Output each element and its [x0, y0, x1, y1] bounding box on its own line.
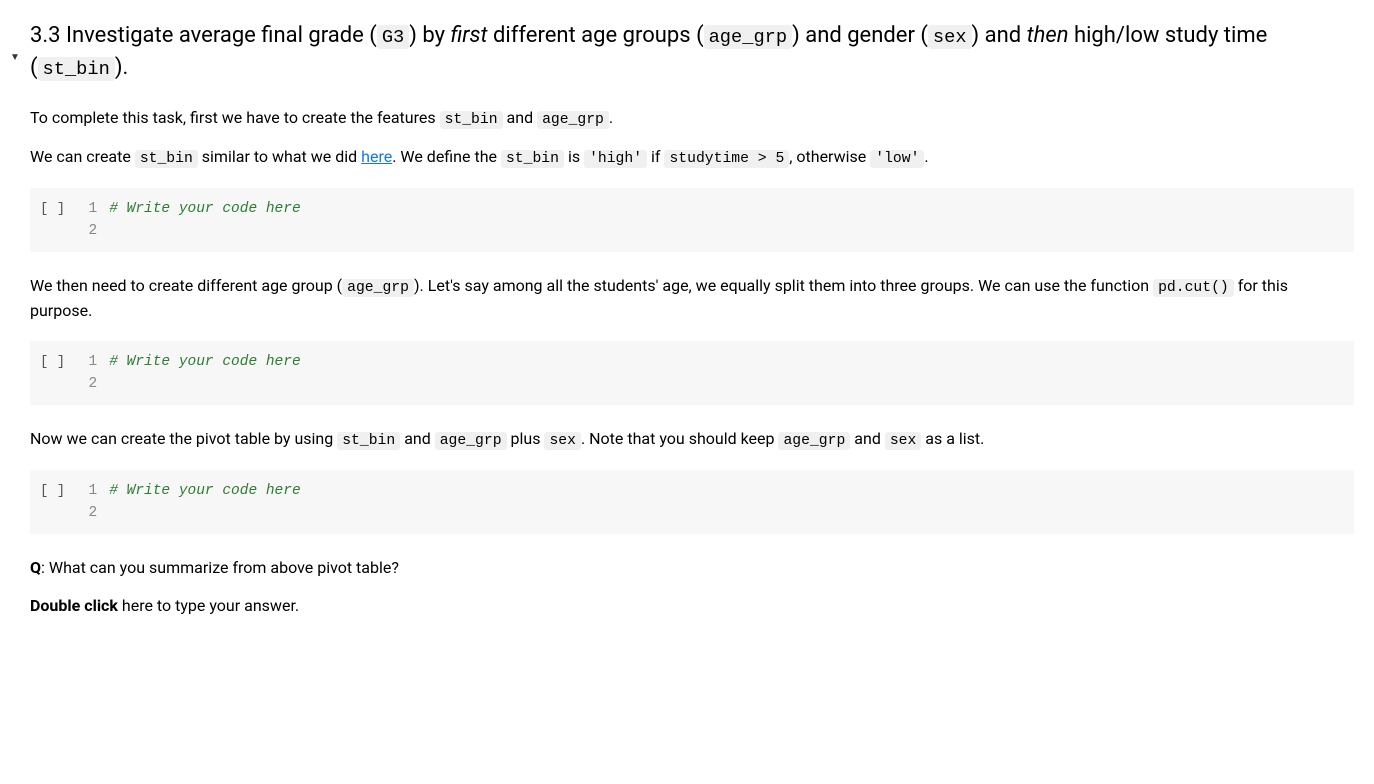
line-number: 1: [79, 351, 97, 373]
collapse-section-icon[interactable]: ▼: [10, 52, 20, 63]
code-comment: # Write your code here: [109, 198, 300, 220]
code-age-grp: age_grp: [342, 279, 414, 297]
text: and: [850, 429, 885, 448]
code-g3: G3: [377, 25, 409, 49]
question-prompt: Q: What can you summarize from above piv…: [30, 556, 1354, 580]
line-number: 2: [79, 220, 97, 242]
code-sex: sex: [928, 25, 972, 49]
code-age-grp: age_grp: [778, 432, 850, 450]
code-editor[interactable]: 1 # Write your code here 2: [79, 351, 300, 395]
heading-em-first: first: [450, 23, 487, 48]
code-st-bin: st_bin: [440, 111, 503, 129]
text: and: [400, 429, 435, 448]
code-st-bin: st_bin: [501, 150, 564, 168]
heading-text: 3.3 Investigate average final grade (: [30, 23, 377, 48]
text: We can create: [30, 147, 135, 166]
line-number: 2: [79, 373, 97, 395]
line-number: 1: [79, 480, 97, 502]
section-heading: 3.3 Investigate average final grade (G3)…: [30, 20, 1354, 84]
code-cell-3[interactable]: [ ] 1 # Write your code here 2: [30, 470, 1354, 534]
code-line: 2: [79, 373, 300, 395]
text: ). Let's say among all the students' age…: [414, 276, 1153, 295]
code-age-grp: age_grp: [435, 432, 507, 450]
heading-text: ) and gender (: [792, 23, 928, 48]
code-cell-2[interactable]: [ ] 1 # Write your code here 2: [30, 341, 1354, 405]
text: here to type your answer.: [118, 596, 299, 615]
paragraph-1: To complete this task, first we have to …: [30, 106, 1354, 131]
paragraph-4: Now we can create the pivot table by usi…: [30, 427, 1354, 452]
code-sex: sex: [544, 432, 581, 450]
code-line: 1 # Write your code here: [79, 198, 300, 220]
code-age-grp: age_grp: [537, 111, 609, 129]
text: .: [609, 108, 613, 127]
heading-text: ) and: [972, 23, 1027, 48]
text: as a list.: [921, 429, 984, 448]
code-pd-cut: pd.cut(): [1153, 279, 1234, 297]
code-line: 1 # Write your code here: [79, 480, 300, 502]
code-comment: # Write your code here: [109, 351, 300, 373]
paragraph-3: We then need to create different age gro…: [30, 274, 1354, 323]
q-label: Q: [30, 558, 41, 577]
code-comment: # Write your code here: [109, 480, 300, 502]
code-editor[interactable]: 1 # Write your code here 2: [79, 198, 300, 242]
answer-instruction[interactable]: Double click here to type your answer.: [30, 594, 1354, 618]
code-st-bin: st_bin: [38, 57, 115, 81]
exec-prompt[interactable]: [ ]: [30, 198, 79, 220]
heading-text: different age groups (: [488, 23, 704, 48]
text: if: [647, 147, 664, 166]
paragraph-2: We can create st_bin similar to what we …: [30, 145, 1354, 170]
code-st-bin: st_bin: [337, 432, 400, 450]
text: : What can you summarize from above pivo…: [41, 558, 399, 577]
text: .: [924, 147, 928, 166]
code-cell-1[interactable]: [ ] 1 # Write your code here 2: [30, 188, 1354, 252]
code-high: 'high': [584, 150, 647, 168]
code-line: 2: [79, 502, 300, 524]
text: To complete this task, first we have to …: [30, 108, 440, 127]
heading-text: ).: [115, 55, 128, 80]
exec-prompt[interactable]: [ ]: [30, 480, 79, 502]
text: plus: [507, 429, 545, 448]
heading-em-then: then: [1027, 23, 1069, 48]
code-low: 'low': [870, 150, 924, 168]
text: is: [564, 147, 584, 166]
code-line: 2: [79, 220, 300, 242]
text: , otherwise: [789, 147, 870, 166]
heading-text: ) by: [409, 23, 450, 48]
code-age-grp: age_grp: [704, 25, 793, 49]
link-here[interactable]: here: [361, 147, 392, 166]
text: . We define the: [392, 147, 501, 166]
text: similar to what we did: [198, 147, 361, 166]
text: and: [503, 108, 538, 127]
text: Now we can create the pivot table by usi…: [30, 429, 337, 448]
line-number: 1: [79, 198, 97, 220]
exec-prompt[interactable]: [ ]: [30, 351, 79, 373]
code-line: 1 # Write your code here: [79, 351, 300, 373]
code-editor[interactable]: 1 # Write your code here 2: [79, 480, 300, 524]
code-st-bin: st_bin: [135, 150, 198, 168]
code-studytime: studytime > 5: [664, 150, 789, 168]
text: We then need to create different age gro…: [30, 276, 342, 295]
code-sex: sex: [885, 432, 922, 450]
double-click-label: Double click: [30, 596, 118, 615]
line-number: 2: [79, 502, 97, 524]
text: . Note that you should keep: [581, 429, 779, 448]
